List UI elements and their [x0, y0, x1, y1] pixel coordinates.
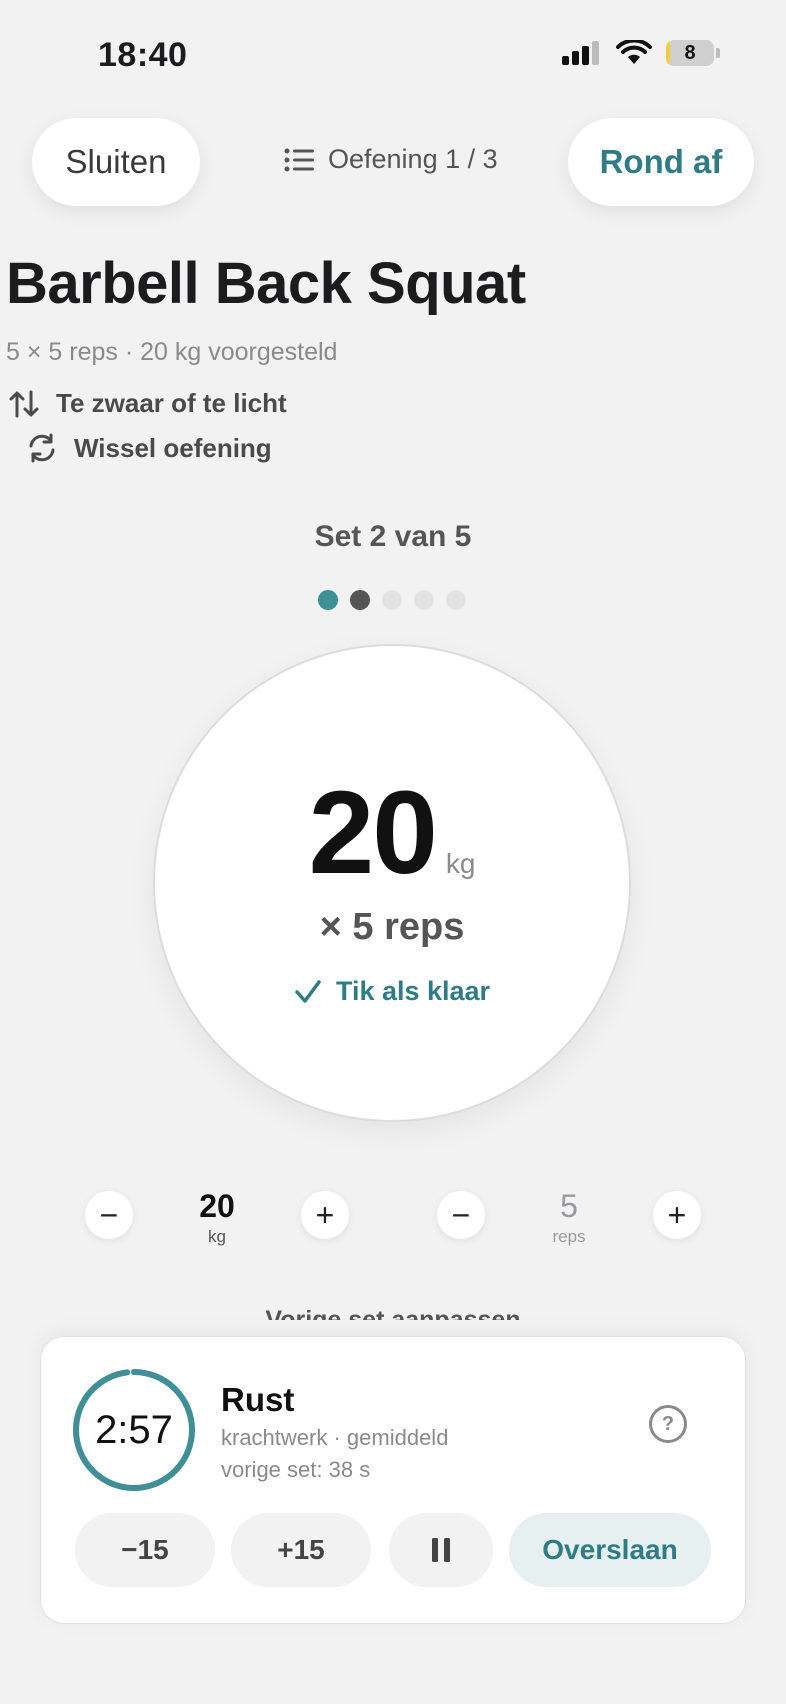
- too-heavy-label: Te zwaar of te licht: [56, 388, 287, 418]
- rest-minus-15-button[interactable]: −15: [75, 1513, 215, 1587]
- plus-icon: +: [315, 1196, 335, 1233]
- set-progress-dots: [318, 590, 466, 610]
- tap-done-hint: Tik als klaar: [155, 976, 629, 1007]
- status-icons: 8: [562, 40, 720, 66]
- rest-previous: vorige set: 38 s: [221, 1457, 371, 1482]
- reps-increase-button[interactable]: +: [653, 1191, 701, 1239]
- exercise-subtitle: 5 × 5 reps · 20 kg voorgesteld: [6, 338, 338, 366]
- too-heavy-button[interactable]: Te zwaar of te licht: [8, 388, 287, 419]
- set-dot: [382, 590, 402, 610]
- battery-indicator: 8: [666, 40, 720, 66]
- wifi-icon: [616, 40, 652, 64]
- weight-stepper-value: 20 kg: [167, 1188, 267, 1247]
- swap-vertical-icon: [9, 390, 39, 417]
- help-icon[interactable]: ?: [649, 1405, 687, 1443]
- skip-rest-button[interactable]: Overslaan: [509, 1513, 711, 1587]
- cellular-signal-icon: [562, 41, 599, 65]
- weight-decrease-button[interactable]: −: [85, 1191, 133, 1239]
- list-icon: [284, 148, 314, 171]
- set-dot: [446, 590, 466, 610]
- weight-unit: kg: [208, 1227, 226, 1246]
- exercise-title: Barbell Back Squat: [6, 251, 526, 316]
- checkmark-icon: [295, 979, 321, 1003]
- battery-icon: 8: [666, 40, 714, 66]
- set-dot: [350, 590, 370, 610]
- set-dot: [318, 590, 338, 610]
- rest-time: 2:57: [95, 1407, 173, 1452]
- target-weight-unit: kg: [445, 848, 476, 879]
- rest-plus-15-button[interactable]: +15: [231, 1513, 371, 1587]
- rest-title: Rust: [221, 1381, 295, 1418]
- status-time: 18:40: [98, 36, 188, 74]
- reps-value: 5: [560, 1188, 578, 1224]
- refresh-icon: [29, 433, 55, 463]
- tap-done-label: Tik als klaar: [335, 976, 491, 1006]
- target-reps: × 5 reps: [319, 906, 465, 948]
- weight-value: 20: [199, 1188, 235, 1224]
- weight-increase-button[interactable]: +: [301, 1191, 349, 1239]
- pause-icon: [432, 1538, 450, 1562]
- previous-set-adjust-link[interactable]: Vorige set aanpassen: [0, 1306, 786, 1320]
- plus-icon: +: [667, 1196, 687, 1233]
- swap-exercise-button[interactable]: Wissel oefening: [26, 432, 272, 464]
- reps-decrease-button[interactable]: −: [437, 1191, 485, 1239]
- swap-exercise-label: Wissel oefening: [74, 432, 272, 463]
- rest-subtitle: krachtwerk · gemiddeld: [221, 1425, 449, 1450]
- reps-stepper-value: 5 reps: [519, 1188, 619, 1247]
- exercise-counter: Oefening 1 / 3: [328, 144, 498, 174]
- battery-percent: 8: [684, 41, 696, 64]
- pause-button[interactable]: [389, 1513, 493, 1587]
- reps-unit: reps: [552, 1227, 586, 1246]
- target-weight: 20 kg: [155, 774, 629, 892]
- minus-icon: −: [99, 1196, 119, 1233]
- set-label: Set 2 van 5: [314, 520, 472, 553]
- set-dot: [414, 590, 434, 610]
- minus-icon: −: [451, 1196, 471, 1233]
- finish-button[interactable]: Rond af: [568, 118, 754, 206]
- exercise-list-button[interactable]: Oefening 1 / 3: [284, 144, 498, 175]
- target-weight-value: 20: [308, 767, 438, 899]
- close-button[interactable]: Sluiten: [32, 118, 200, 206]
- complete-set-button[interactable]: 20 kg × 5 reps Tik als klaar: [153, 644, 631, 1122]
- rest-timer-card: 2:57 Rust krachtwerk · gemiddeld vorige …: [40, 1336, 746, 1624]
